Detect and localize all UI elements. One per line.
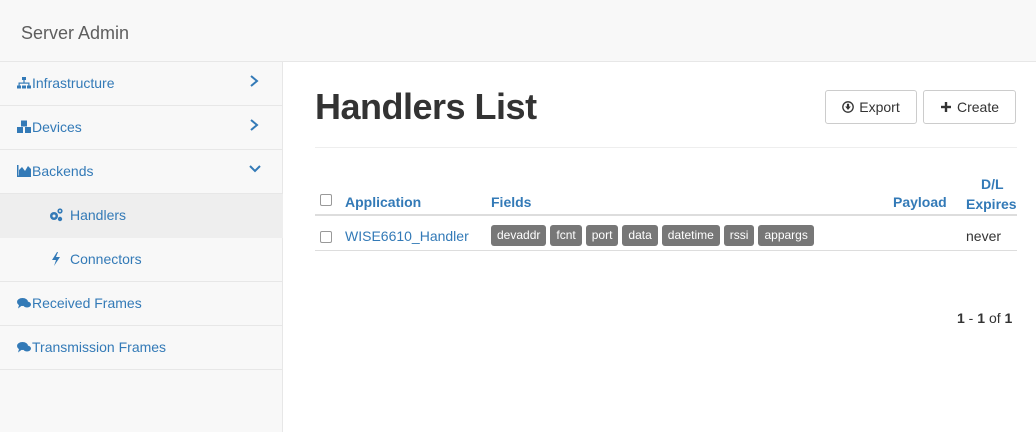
comments-icon	[16, 295, 32, 311]
sidebar-item-infrastructure[interactable]: Infrastructure	[0, 62, 283, 106]
create-button[interactable]: Create	[923, 90, 1016, 124]
sidebar-item-label: Handlers	[70, 207, 127, 223]
application-link[interactable]: WISE6610_Handler	[345, 228, 469, 244]
column-header-application[interactable]: Application	[345, 194, 421, 210]
sidebar: Infrastructure Devices Backends Handlers…	[0, 62, 283, 432]
sidebar-item-backends[interactable]: Backends	[0, 150, 283, 194]
chevron-down-icon	[248, 162, 262, 179]
sidebar-item-devices[interactable]: Devices	[0, 106, 283, 150]
column-header-dl-expires[interactable]: D/L Expires	[966, 174, 1017, 214]
cubes-icon	[16, 119, 32, 135]
field-tag: devaddr	[491, 225, 547, 246]
pagination-summary: 1 - 1 of 1	[957, 310, 1013, 326]
dl-expires-line1: D/L	[981, 176, 1004, 192]
dl-expires-line2: Expires	[966, 196, 1017, 212]
sidebar-item-label: Connectors	[70, 251, 142, 267]
field-tag: fcnt	[550, 225, 582, 246]
chevron-right-icon	[248, 118, 260, 135]
column-header-payload[interactable]: Payload	[893, 194, 947, 210]
fields-tags: devaddr fcnt port data datetime rssi app…	[491, 225, 814, 246]
sidebar-item-label: Backends	[32, 163, 94, 179]
sitemap-icon	[16, 75, 32, 91]
sidebar-item-transmission-frames[interactable]: Transmission Frames	[0, 326, 283, 370]
select-all-checkbox[interactable]	[320, 194, 332, 206]
dl-expires-value: never	[966, 228, 1002, 244]
column-header-fields[interactable]: Fields	[491, 194, 531, 210]
main-content: Handlers List Export Create Application …	[298, 62, 1036, 432]
plus-icon	[940, 91, 952, 123]
create-label: Create	[956, 99, 1000, 115]
area-chart-icon	[16, 163, 32, 179]
sidebar-item-handlers[interactable]: Handlers	[0, 194, 283, 238]
sidebar-item-label: Infrastructure	[32, 75, 115, 91]
field-tag: rssi	[723, 225, 755, 246]
header-divider	[315, 147, 1017, 148]
chevron-right-icon	[248, 74, 260, 91]
download-icon	[842, 91, 855, 123]
sidebar-item-label: Transmission Frames	[32, 339, 167, 355]
export-button[interactable]: Export	[825, 90, 917, 124]
cogs-icon	[48, 207, 64, 223]
top-navbar: Server Admin	[0, 0, 1036, 62]
pagination-of: of	[988, 310, 1001, 326]
field-tag: datetime	[661, 225, 720, 246]
bolt-icon	[48, 251, 64, 267]
pagination-total: 1	[1004, 310, 1013, 326]
field-tag: data	[622, 225, 658, 246]
pagination-end: 1	[977, 310, 986, 326]
sidebar-item-received-frames[interactable]: Received Frames	[0, 282, 283, 326]
pagination-start: 1	[957, 310, 965, 326]
row-checkbox[interactable]	[320, 231, 332, 243]
comments-icon	[16, 339, 32, 355]
sidebar-item-connectors[interactable]: Connectors	[0, 238, 283, 282]
table-header-row: Application Fields Payload D/L Expires	[315, 170, 1017, 216]
field-tag: appargs	[758, 225, 814, 246]
field-tag: port	[585, 225, 619, 246]
brand-title[interactable]: Server Admin	[21, 23, 129, 44]
table-row: WISE6610_Handler devaddr fcnt port data …	[315, 221, 1017, 251]
page-title: Handlers List	[315, 86, 537, 127]
export-label: Export	[859, 99, 900, 115]
sidebar-item-label: Devices	[32, 119, 82, 135]
sidebar-item-label: Received Frames	[32, 295, 142, 311]
